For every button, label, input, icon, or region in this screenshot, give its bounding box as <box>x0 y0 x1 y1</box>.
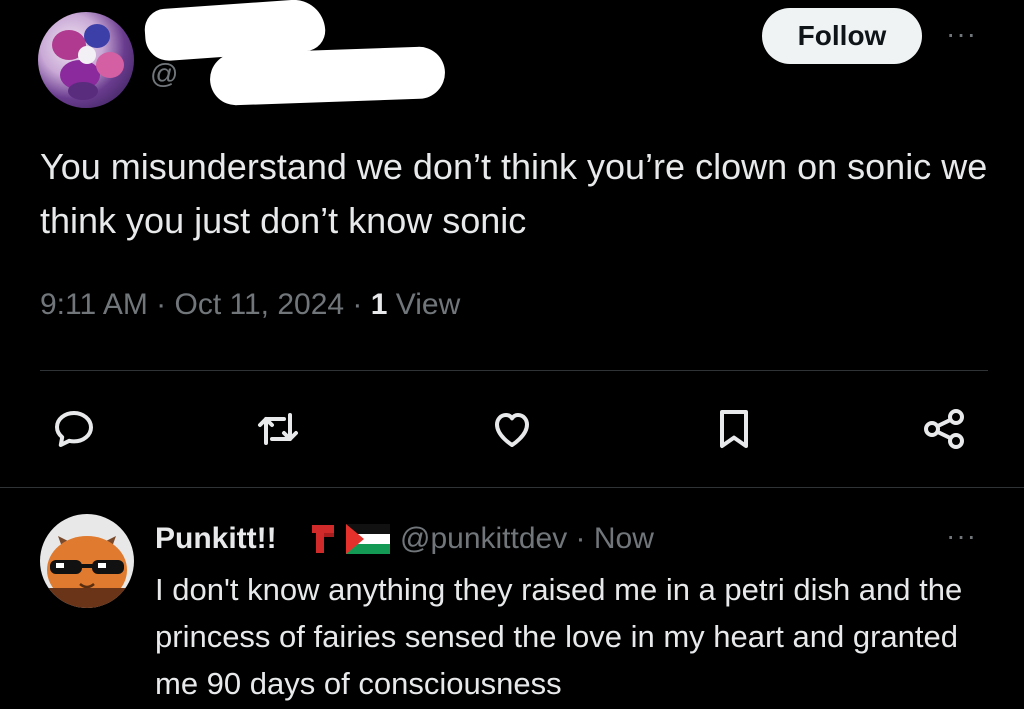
divider <box>40 370 988 371</box>
redaction-mark <box>209 45 446 107</box>
red-scarf-emoji <box>308 521 338 555</box>
view-label: View <box>395 288 461 321</box>
view-count: 1 <box>370 288 388 321</box>
palestine-flag-emoji <box>346 524 390 554</box>
bookmark-icon[interactable] <box>710 405 758 453</box>
reply-display-name[interactable]: Punkitt!! <box>155 522 277 556</box>
reply-time[interactable]: · Now <box>567 522 654 555</box>
reply-avatar[interactable] <box>40 514 134 608</box>
more-options-icon[interactable]: ··· <box>946 18 977 50</box>
reply-handle[interactable]: @punkittdev <box>400 522 567 555</box>
reply-icon[interactable] <box>50 405 98 453</box>
reply-text: I don't know anything they raised me in … <box>155 572 963 701</box>
tweet-meta: 9:11 AM · Oct 11, 2024 · 1 View <box>40 288 460 322</box>
reply-meta: @punkittdev · Now <box>400 522 654 556</box>
share-icon[interactable] <box>920 405 968 453</box>
more-options-icon[interactable]: ··· <box>946 520 977 552</box>
author-avatar[interactable] <box>38 12 134 108</box>
tweet-time[interactable]: 9:11 AM <box>40 288 148 321</box>
meta-separator: · <box>344 288 371 321</box>
tweet-text: You misunderstand we don’t think you’re … <box>40 146 988 241</box>
meta-separator: · <box>147 288 175 321</box>
like-icon[interactable] <box>488 405 536 453</box>
follow-button[interactable]: Follow <box>762 8 922 64</box>
retweet-icon[interactable] <box>254 405 302 453</box>
author-handle[interactable]: @ <box>150 58 178 90</box>
tweet-date[interactable]: Oct 11, 2024 <box>175 288 345 321</box>
divider <box>0 487 1024 488</box>
